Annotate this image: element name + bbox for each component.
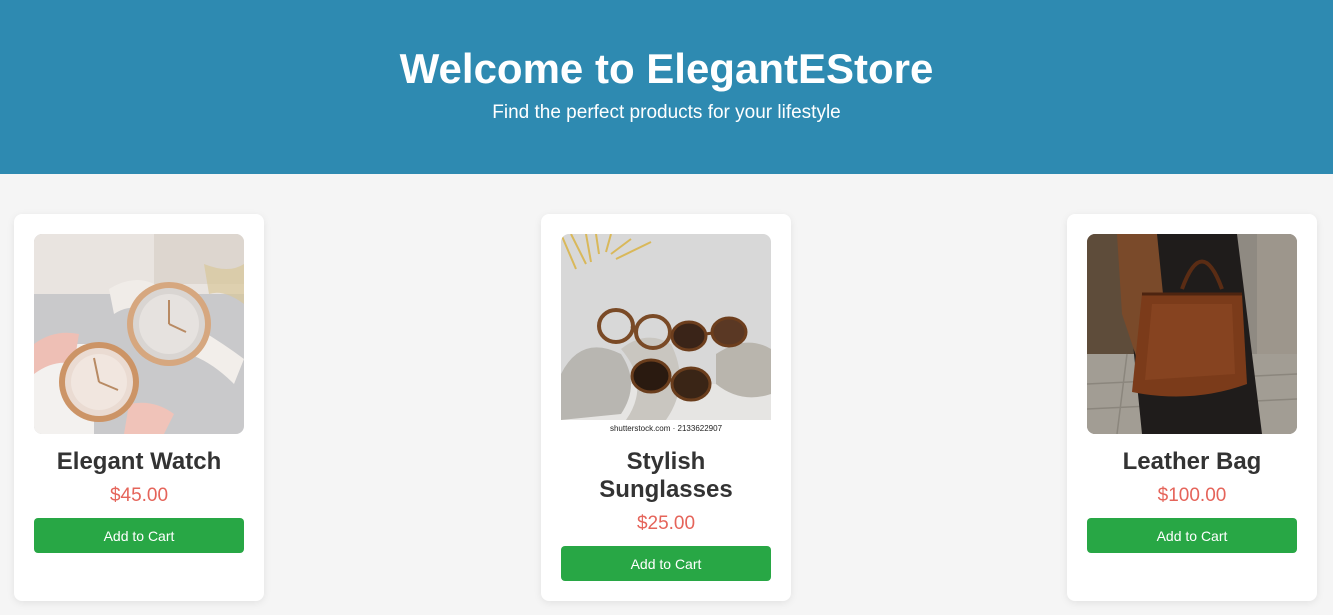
product-name: Stylish Sunglasses [599, 448, 733, 503]
product-image-sunglasses[interactable]: shutterstock.com · 2133622907 [561, 234, 771, 434]
product-price: $45.00 [109, 485, 169, 506]
product-card-sunglasses: shutterstock.com · 2133622907 Stylish Su… [541, 214, 791, 601]
add-to-cart-button[interactable]: Add to Cart [1087, 518, 1297, 553]
add-to-cart-button[interactable]: Add to Cart [34, 518, 244, 553]
image-watermark: shutterstock.com · 2133622907 [609, 424, 723, 433]
page-subtitle: Find the perfect products for your lifes… [492, 102, 841, 123]
hero-banner: Welcome to ElegantEStore Find the perfec… [0, 0, 1333, 174]
product-card-watch: Elegant Watch $45.00 Add to Cart [14, 214, 264, 601]
add-to-cart-button[interactable]: Add to Cart [561, 546, 771, 581]
product-name: Elegant Watch [56, 448, 222, 475]
product-name: Leather Bag [1122, 448, 1262, 475]
product-price: $25.00 [636, 513, 696, 534]
product-card-leather-bag: Leather Bag $100.00 Add to Cart [1067, 214, 1317, 601]
product-price: $100.00 [1157, 485, 1227, 506]
product-image-watch[interactable] [34, 234, 244, 434]
product-image-leather-bag[interactable] [1087, 234, 1297, 434]
page-title: Welcome to ElegantEStore [399, 45, 934, 92]
